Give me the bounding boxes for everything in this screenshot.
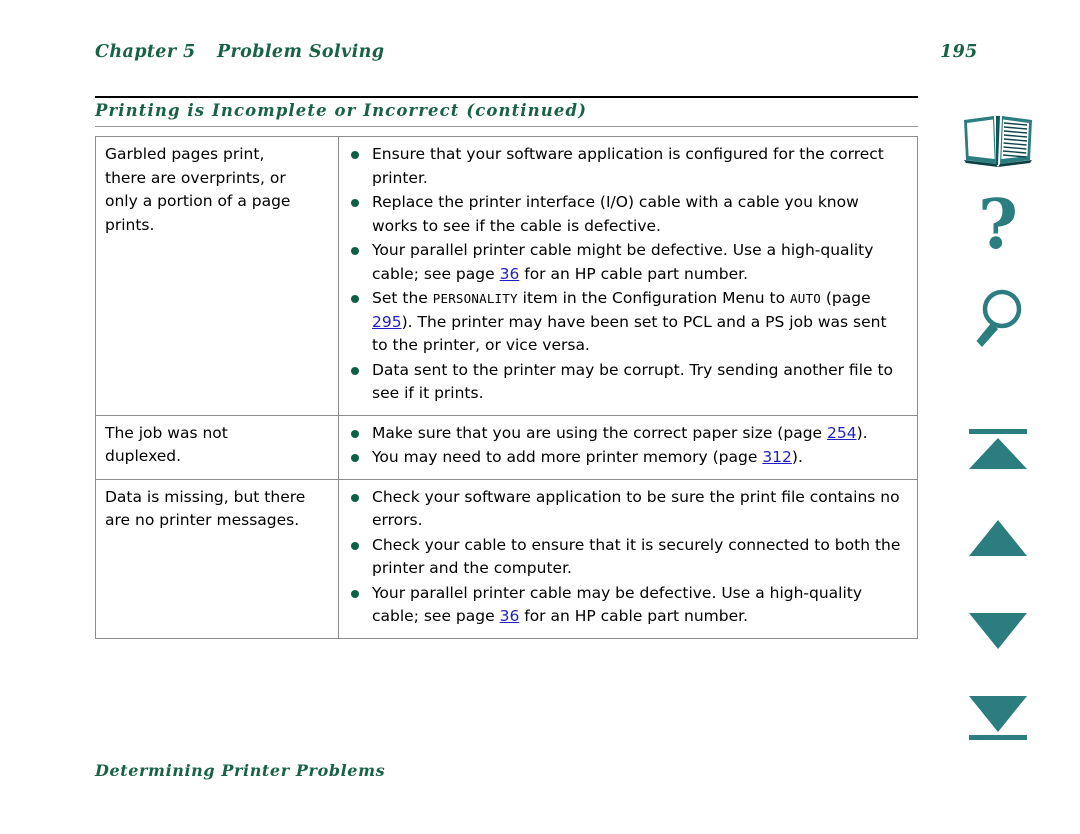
page-reference-link[interactable]: 312 — [762, 448, 792, 466]
solution-item: Make sure that you are using the correct… — [347, 422, 907, 446]
solution-text: Make sure that you are using the correct… — [372, 423, 827, 442]
solution-list: Check your software application to be su… — [347, 486, 907, 629]
solution-item: You may need to add more printer memory … — [347, 446, 907, 470]
solution-list: Ensure that your software application is… — [347, 143, 907, 406]
troubleshooting-table: Garbled pages print, there are overprints… — [95, 136, 918, 639]
page-reference-link[interactable]: 36 — [500, 265, 520, 283]
chapter-title: Problem Solving — [217, 42, 385, 62]
solution-text: Ensure that your software application is… — [372, 145, 884, 187]
bullet-icon — [351, 366, 359, 375]
solution-item: Set the PERSONALITY item in the Configur… — [347, 287, 907, 358]
bullet-icon — [351, 429, 359, 438]
page-reference-link[interactable]: 36 — [500, 607, 520, 625]
footer-title: Determining Printer Problems — [95, 761, 386, 780]
solution-text: ). — [791, 448, 803, 466]
symptom-line: Data is missing, but there — [105, 487, 306, 506]
solution-item: Check your software application to be su… — [347, 486, 907, 533]
symptom-line: Garbled pages print, — [105, 145, 265, 163]
bullet-icon — [351, 151, 359, 159]
page-reference-link[interactable]: 295 — [372, 313, 402, 331]
solution-cell: Make sure that you are using the correct… — [339, 416, 917, 479]
symptom-line: The job was not — [105, 423, 228, 442]
solution-item: Data sent to the printer may be corrupt.… — [347, 359, 907, 406]
solution-text: Data sent to the printer may be corrupt.… — [372, 360, 894, 403]
solution-cell: Ensure that your software application is… — [339, 137, 917, 415]
table-row: Garbled pages print, there are overprints… — [96, 137, 917, 416]
solution-text: item in the Configuration Menu to — [517, 289, 791, 307]
first-page-icon[interactable] — [960, 427, 1036, 479]
bullet-icon — [351, 247, 359, 255]
next-page-icon[interactable] — [960, 610, 1036, 656]
solution-text: Replace the printer interface (I/O) cabl… — [372, 193, 859, 235]
symptom-cell: The job was not duplexed. — [96, 415, 339, 479]
book-icon[interactable] — [960, 114, 1036, 174]
document-page: Chapter 5 Problem Solving 195 Printing i… — [0, 0, 1080, 834]
solution-text: for an HP cable part number. — [519, 264, 748, 283]
solution-text: for an HP cable part number. — [519, 607, 748, 625]
question-mark-icon[interactable]: ? — [960, 185, 1036, 270]
solution-item: Your parallel printer cable might be def… — [347, 239, 907, 286]
solution-list: Make sure that you are using the correct… — [347, 422, 907, 470]
chapter-number: Chapter 5 — [95, 42, 196, 62]
solution-text: Set the — [372, 289, 433, 307]
section-title: Printing is Incomplete or Incorrect (con… — [95, 101, 588, 120]
symptom-line: prints. — [105, 215, 155, 234]
menu-item-code: AUTO — [790, 291, 821, 306]
symptom-cell: Data is missing, but there are no printer… — [96, 479, 339, 638]
solution-text: (page — [820, 289, 871, 307]
bullet-icon — [351, 493, 359, 502]
symptom-line: only a portion of a page — [105, 192, 291, 210]
bullet-icon — [351, 589, 359, 598]
solution-text: Check your software application to be su… — [372, 487, 900, 530]
solution-text: ). The printer may have been set to PCL … — [372, 312, 887, 355]
symptom-line: duplexed. — [105, 447, 182, 465]
table-row: The job was not duplexed. Make sure that y… — [96, 415, 917, 480]
previous-page-icon[interactable] — [960, 518, 1036, 564]
solution-text: You may need to add more printer memory … — [372, 448, 763, 466]
solution-text: ). — [856, 423, 868, 442]
menu-item-code: PERSONALITY — [432, 291, 518, 306]
bullet-icon — [351, 454, 359, 462]
navigation-rail: ? — [946, 0, 1080, 834]
svg-text:?: ? — [978, 194, 1018, 265]
bullet-icon — [351, 541, 359, 550]
magnifier-icon[interactable] — [960, 287, 1036, 359]
page-reference-link[interactable]: 254 — [827, 424, 857, 442]
solution-item: Your parallel printer cable may be defec… — [347, 582, 907, 629]
last-page-icon[interactable] — [960, 694, 1036, 746]
symptom-line: there are overprints, or — [105, 168, 286, 187]
header-rule-thin — [95, 126, 918, 127]
solution-item: Replace the printer interface (I/O) cabl… — [347, 191, 907, 238]
bullet-icon — [351, 199, 359, 207]
running-header: Chapter 5 Problem Solving 195 — [95, 42, 977, 70]
solution-item: Ensure that your software application is… — [347, 143, 907, 190]
symptom-line: are no printer messages. — [105, 511, 300, 529]
header-rule-thick — [95, 96, 918, 98]
table-row: Data is missing, but there are no printer… — [96, 479, 917, 638]
solution-cell: Check your software application to be su… — [339, 480, 917, 638]
solution-text: Check your cable to ensure that it is se… — [372, 535, 901, 578]
solution-item: Check your cable to ensure that it is se… — [347, 534, 907, 581]
bullet-icon — [351, 295, 359, 303]
symptom-cell: Garbled pages print, there are overprints… — [96, 137, 339, 415]
